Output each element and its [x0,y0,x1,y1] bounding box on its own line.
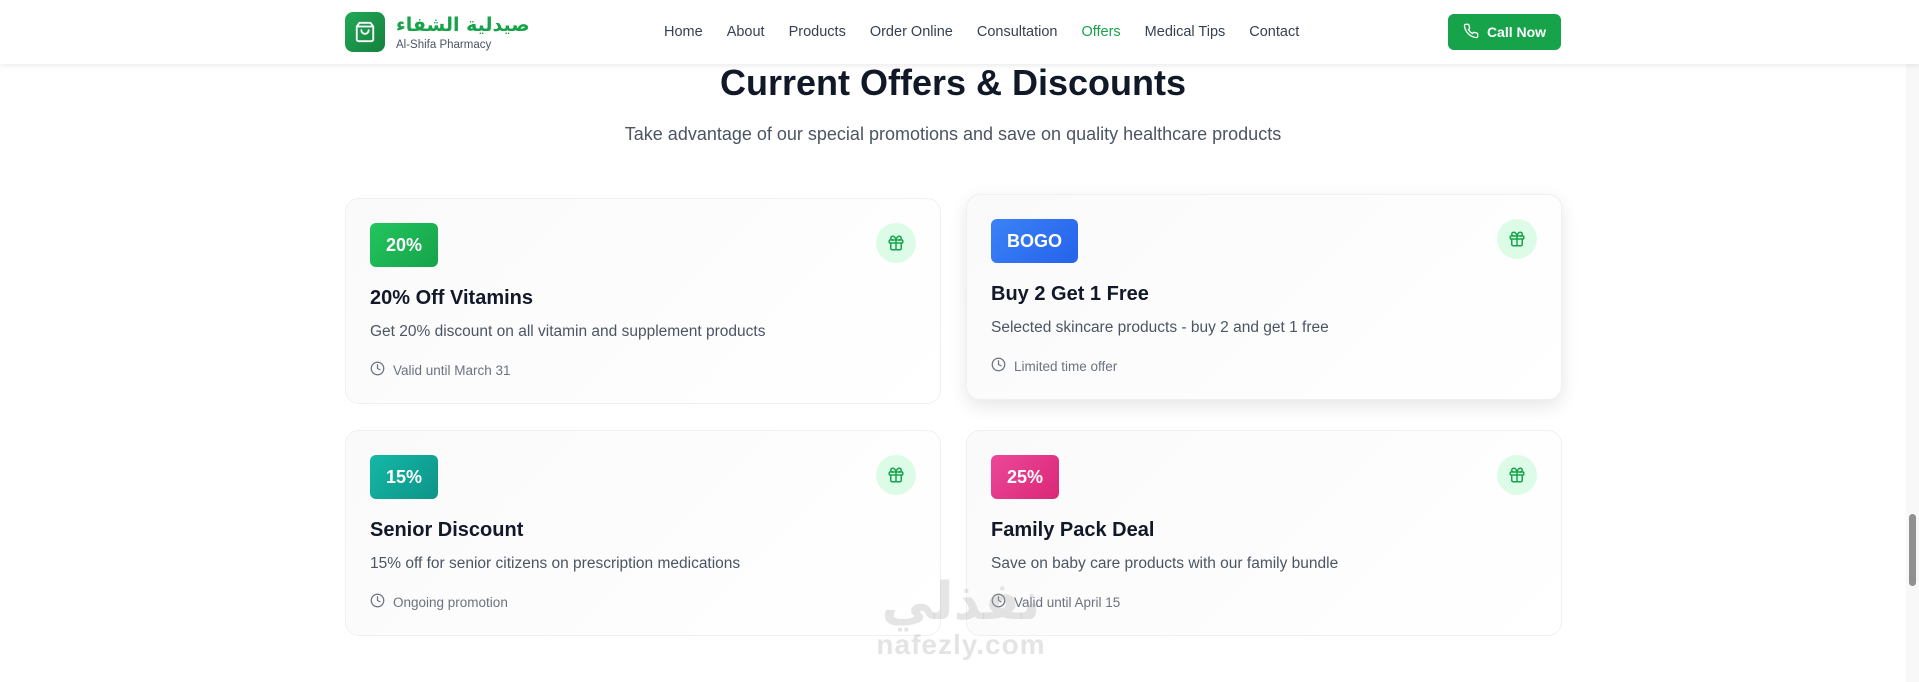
gift-icon [876,455,916,495]
brand-name-english: Al-Shifa Pharmacy [396,38,492,51]
offer-badge: 25% [991,455,1060,499]
nav-order-online[interactable]: Order Online [870,24,953,40]
brand-text: صيدلية الشفاء Al-Shifa Pharmacy [396,13,530,52]
gift-icon [1497,455,1537,495]
phone-icon [1463,23,1487,42]
gift-icon [876,223,916,263]
offer-card-senior[interactable]: 15% Senior Discount 15% off for senior c… [345,430,941,636]
offer-title: Buy 2 Get 1 Free [991,283,1149,305]
offer-card-bogo[interactable]: BOGO Buy 2 Get 1 Free Selected skincare … [966,194,1562,400]
section-subtitle: Take advantage of our special promotions… [624,124,1282,144]
nav-medical-tips[interactable]: Medical Tips [1145,24,1226,40]
offer-title: 20% Off Vitamins [370,287,534,309]
offer-card-family-pack[interactable]: 25% Family Pack Deal Save on baby care p… [966,430,1562,636]
offer-description: Selected skincare products - buy 2 and g… [991,319,1329,336]
nav-about[interactable]: About [727,24,765,40]
nav-home[interactable]: Home [664,24,703,40]
clock-icon [991,593,1014,611]
nav-consultation[interactable]: Consultation [977,24,1058,40]
nav-offers[interactable]: Offers [1081,24,1120,40]
navbar: صيدلية الشفاء Al-Shifa Pharmacy Home Abo… [0,0,1919,64]
offer-badge: 20% [370,223,439,267]
offer-validity-text: Limited time offer [1014,358,1118,374]
gift-icon [1497,219,1537,259]
clock-icon [370,593,393,611]
offer-badge: BOGO [991,219,1079,263]
offer-validity: Valid until April 15 [991,593,1120,611]
offer-description: Save on baby care products with our fami… [991,555,1339,572]
clock-icon [370,361,393,379]
offer-validity: Valid until March 31 [370,361,511,379]
page-scrollbar[interactable] [1906,0,1919,682]
brand[interactable]: صيدلية الشفاء Al-Shifa Pharmacy [345,12,530,52]
offer-title: Senior Discount [370,519,524,541]
section-title: Current Offers & Discounts [719,62,1187,103]
offer-badge: 15% [370,455,439,499]
shopping-bag-icon [345,12,385,52]
offer-validity-text: Valid until March 31 [393,362,511,378]
main-nav: Home About Products Order Online Consult… [664,0,1323,64]
offer-validity-text: Ongoing promotion [393,594,508,610]
offer-title: Family Pack Deal [991,519,1155,541]
offer-validity-text: Valid until April 15 [1014,594,1121,610]
clock-icon [991,357,1014,375]
nav-contact[interactable]: Contact [1249,24,1299,40]
offer-description: 15% off for senior citizens on prescript… [370,555,741,572]
call-now-button[interactable]: Call Now [1448,14,1561,50]
offer-validity: Ongoing promotion [370,593,508,611]
call-now-label: Call Now [1486,24,1547,40]
offer-description: Get 20% discount on all vitamin and supp… [370,323,766,340]
nav-products[interactable]: Products [789,24,846,40]
brand-name-arabic: صيدلية الشفاء [396,13,530,36]
offer-card-vitamins[interactable]: 20% 20% Off Vitamins Get 20% discount on… [345,198,941,404]
scrollbar-thumb[interactable] [1909,514,1916,586]
offer-validity: Limited time offer [991,357,1117,375]
